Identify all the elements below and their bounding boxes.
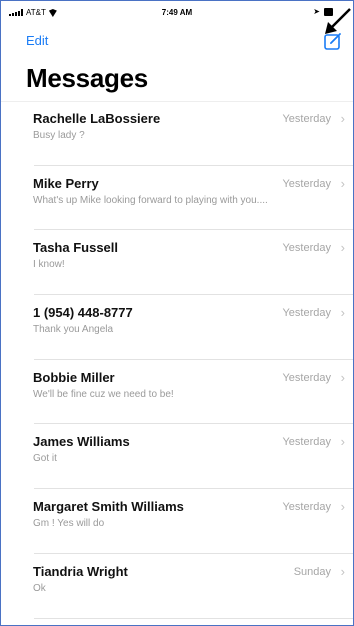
message-preview: Thank you Angela xyxy=(33,324,114,336)
chevron-right-icon: › xyxy=(340,240,345,256)
conversation-row[interactable]: Tiandria Wright Ok Sunday › xyxy=(1,554,353,619)
conversation-row[interactable]: Rachelle LaBossiere Busy lady ? Yesterday › xyxy=(1,101,353,166)
edit-button[interactable]: Edit xyxy=(26,33,48,48)
message-date: Yesterday xyxy=(282,113,331,125)
row-divider xyxy=(34,617,353,619)
contact-name: Margaret Smith Williams xyxy=(33,499,184,515)
chevron-right-icon: › xyxy=(340,434,345,450)
contact-name: Tasha Fussell xyxy=(33,240,119,256)
message-preview: Gm ! Yes will do xyxy=(33,518,105,530)
message-date: Yesterday xyxy=(282,177,331,190)
conversation-row[interactable]: Bobbie Miller We'll be fine cuz we need t… xyxy=(1,360,353,425)
status-time: 7:49 AM xyxy=(161,8,193,17)
contact-name: Mike Perry xyxy=(33,175,99,191)
conversation-row[interactable]: Tasha Fussell I know! Yesterday › xyxy=(1,230,353,296)
conversation-row[interactable]: James Williams Got it Yesterday › xyxy=(1,424,353,490)
chevron-right-icon: › xyxy=(340,111,345,126)
conversation-row[interactable]: Margaret Smith Williams Gm ! Yes will do Y… xyxy=(1,489,353,554)
message-date: Yesterday xyxy=(282,501,331,514)
message-preview: I know! xyxy=(33,259,65,271)
chevron-right-icon: › xyxy=(340,499,345,515)
message-preview: Ok xyxy=(33,582,46,594)
page-title: Messages xyxy=(26,63,148,93)
chevron-right-icon: › xyxy=(340,563,345,579)
conversation-row[interactable]: 1 (954) 448-8777 Thank you Angela Yesterda… xyxy=(1,295,353,360)
message-preview: What's up Mike looking forward to playin… xyxy=(33,194,268,206)
chevron-right-icon: › xyxy=(340,369,345,385)
contact-name: James Williams xyxy=(33,434,130,450)
annotation-arrow-icon xyxy=(325,8,351,34)
message-date: Sunday xyxy=(293,565,331,578)
conversation-list: Rachelle LaBossiere Busy lady ? Yesterday ›… xyxy=(1,101,353,619)
contact-name: Bobbie Miller xyxy=(33,369,115,385)
message-preview: We'll be fine cuz we need to be! xyxy=(33,388,174,400)
message-date: Yesterday xyxy=(282,371,331,384)
status-bar: AT&T 7:49 AM ➤ xyxy=(1,1,353,21)
message-date: Yesterday xyxy=(282,242,331,255)
message-preview: Busy lady ? xyxy=(33,130,85,141)
location-icon: ➤ xyxy=(313,7,320,16)
conversation-row[interactable]: Mike Perry What's up Mike looking forward… xyxy=(1,166,353,231)
contact-name: Tiandria Wright xyxy=(33,563,128,579)
contact-name: 1 (954) 448-8777 xyxy=(33,305,133,321)
contact-name: Rachelle LaBossiere xyxy=(33,111,161,126)
chevron-right-icon: › xyxy=(340,305,345,321)
message-date: Yesterday xyxy=(282,436,331,449)
chevron-right-icon: › xyxy=(340,175,345,191)
message-preview: Got it xyxy=(33,453,57,465)
phone-screen: AT&T 7:49 AM ➤ Edit Messages Rachelle La… xyxy=(0,0,354,626)
message-date: Yesterday xyxy=(282,307,331,320)
